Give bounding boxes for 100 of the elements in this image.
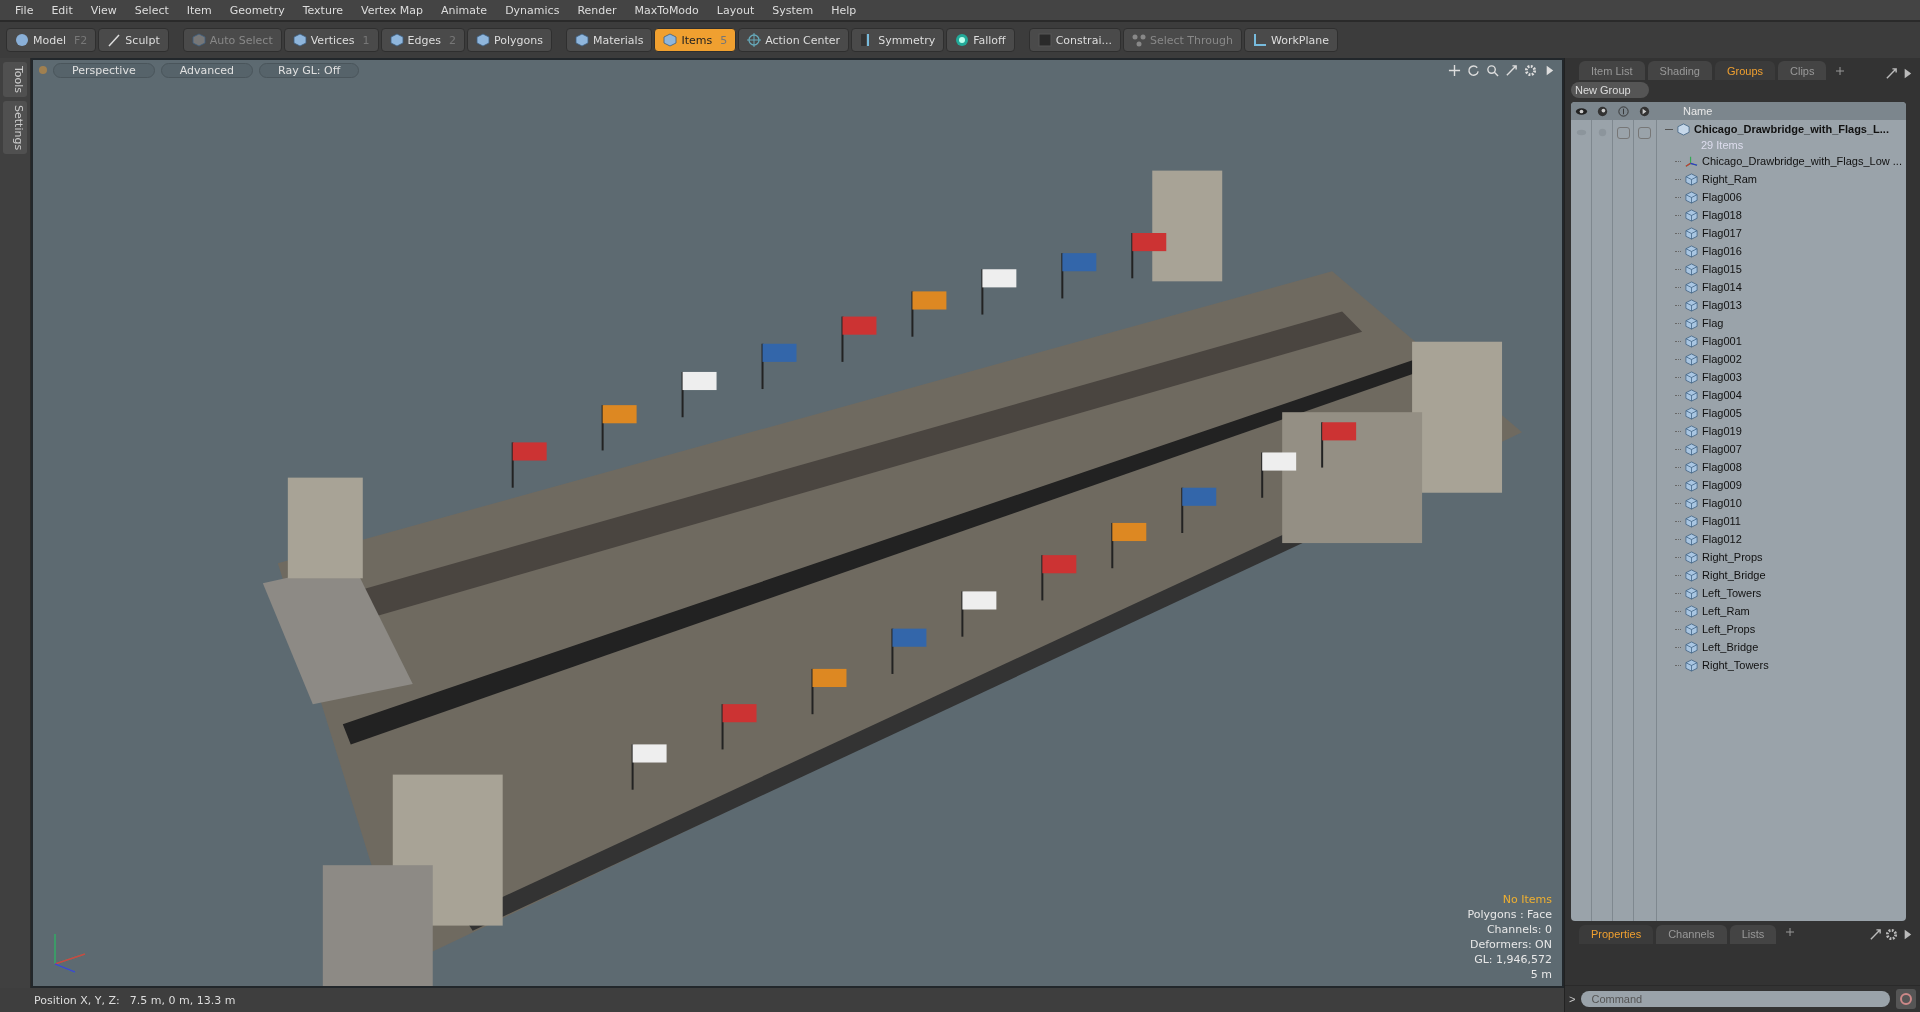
command-field[interactable]: Command (1581, 991, 1890, 1007)
move-icon[interactable] (1448, 63, 1461, 77)
cube-icon (574, 33, 589, 47)
cube-icon (1685, 244, 1698, 258)
maximize-icon[interactable] (1505, 63, 1518, 77)
tree-item[interactable]: Flag010 (1702, 497, 1742, 509)
tree-item[interactable]: Chicago_Drawbridge_with_Flags_L... (1694, 123, 1889, 135)
checkbox[interactable] (1617, 126, 1630, 139)
menu-item[interactable]: View (81, 3, 126, 17)
tree-item[interactable]: Flag017 (1702, 227, 1742, 239)
settings-icon[interactable] (1885, 927, 1898, 941)
menu-item[interactable]: Animate (432, 3, 497, 17)
toolbar-button[interactable]: Falloff (946, 28, 1015, 52)
rotate-icon[interactable] (1467, 63, 1480, 77)
cube-icon (1685, 280, 1698, 294)
viewport-tab[interactable]: Advanced (160, 62, 254, 78)
plus-icon[interactable] (1785, 927, 1796, 937)
tree-item[interactable]: Chicago_Drawbridge_with_Flags_Low ... (1702, 155, 1902, 167)
menu-item[interactable]: Texture (293, 3, 352, 17)
toolbar-button[interactable]: Symmetry (851, 28, 945, 52)
crosshair-icon (747, 33, 762, 47)
maximize-icon[interactable] (1869, 927, 1882, 941)
ring-icon (1899, 992, 1913, 1006)
menu-item[interactable]: Item (177, 3, 221, 17)
tree-item[interactable]: Right_Props (1702, 551, 1763, 563)
tree-item[interactable]: Flag015 (1702, 263, 1742, 275)
viewport-tab[interactable]: Ray GL: Off (259, 62, 360, 78)
tree-item[interactable]: Flag002 (1702, 353, 1742, 365)
toolbar-button[interactable]: Materials (565, 28, 653, 52)
tree-item[interactable]: Flag007 (1702, 443, 1742, 455)
toolbar-button[interactable]: Items 5 (654, 28, 737, 52)
ring-icon (955, 33, 970, 47)
new-group-button[interactable]: New Group (1571, 82, 1649, 98)
menu-item[interactable]: System (763, 3, 823, 17)
tree-item[interactable]: Flag014 (1702, 281, 1742, 293)
cube-icon (1685, 424, 1698, 438)
menu-item[interactable]: MaxToModo (625, 3, 708, 17)
tree-item[interactable]: Left_Towers (1702, 587, 1762, 599)
toolbar-button[interactable]: Sculpt (98, 28, 169, 52)
cube-icon (1685, 532, 1698, 546)
tree-item[interactable]: Flag019 (1702, 425, 1742, 437)
tree-item[interactable]: Left_Bridge (1702, 641, 1759, 653)
tree-item[interactable]: Flag005 (1702, 407, 1742, 419)
tree-item[interactable]: Flag009 (1702, 479, 1742, 491)
command-prompt: > (1569, 993, 1576, 1005)
tree-item[interactable]: Right_Towers (1702, 659, 1769, 671)
tree-item[interactable]: Flag012 (1702, 533, 1742, 545)
menu-item[interactable]: Edit (42, 3, 82, 17)
menu-item[interactable]: Layout (707, 3, 764, 17)
menu-item[interactable]: Help (822, 3, 866, 17)
menu-item[interactable]: File (6, 3, 43, 17)
tree-item[interactable]: Flag018 (1702, 209, 1742, 221)
cube-icon (1685, 226, 1698, 240)
side-tab[interactable]: Tools (3, 62, 27, 98)
side-tab[interactable]: Settings (3, 101, 27, 155)
tree-item[interactable]: Flag003 (1702, 371, 1742, 383)
cube-icon (1685, 550, 1698, 564)
tree-item[interactable]: Right_Bridge (1702, 569, 1766, 581)
menu-item[interactable]: Select (125, 3, 178, 17)
tree-item[interactable]: Flag004 (1702, 389, 1742, 401)
tree-item[interactable]: Flag016 (1702, 245, 1742, 257)
panel-tab[interactable]: Lists (1729, 924, 1777, 944)
panel-tab[interactable]: Properties (1579, 924, 1654, 944)
tree-item[interactable]: Flag008 (1702, 461, 1742, 473)
toolbar-button[interactable]: Action Center (738, 28, 850, 52)
maximize-icon[interactable] (1885, 67, 1898, 80)
menu-item[interactable]: Vertex Map (351, 3, 433, 17)
toolbar-button[interactable]: Constrai... (1028, 28, 1121, 52)
checkbox[interactable] (1638, 126, 1651, 139)
settings-icon[interactable] (1524, 63, 1537, 77)
menu-item[interactable]: Render (568, 3, 626, 17)
cube-icon (1685, 622, 1698, 636)
tree-item[interactable]: Flag013 (1702, 299, 1742, 311)
tree-item[interactable]: Flag001 (1702, 335, 1742, 347)
panel-tab[interactable]: Shading (1647, 61, 1712, 80)
tree-item[interactable]: Left_Ram (1702, 605, 1750, 617)
stop-button[interactable] (1896, 989, 1916, 1009)
cube-icon (1685, 406, 1698, 420)
tree-item[interactable]: Right_Ram (1702, 173, 1758, 185)
status-label: Position X, Y, Z: (34, 993, 120, 1007)
cube-icon (1685, 298, 1698, 312)
cube-icon (476, 33, 490, 47)
cube-icon (1685, 334, 1698, 348)
tree-item[interactable]: Left_Props (1702, 623, 1756, 635)
tree-item[interactable]: Flag011 (1702, 515, 1741, 527)
locator-icon (1685, 154, 1698, 168)
viewport-tab[interactable]: Perspective (53, 62, 155, 78)
panel-tab[interactable]: Groups (1714, 61, 1776, 80)
search-icon[interactable] (1486, 63, 1499, 77)
cube-icon (1685, 640, 1698, 654)
menu-item[interactable]: Geometry (220, 3, 294, 17)
tree-item[interactable]: Flag006 (1702, 191, 1742, 203)
toolbar-button[interactable]: WorkPlane (1244, 28, 1339, 52)
menu-item[interactable]: Dynamics (496, 3, 569, 17)
tree-item[interactable]: Flag (1702, 317, 1724, 329)
panel-tab[interactable]: Clips (1778, 61, 1827, 80)
panel-tab[interactable]: Item List (1579, 61, 1645, 80)
group-icon (1677, 122, 1690, 136)
toolbar-button[interactable]: Polygons (467, 28, 552, 52)
plus-icon[interactable] (1835, 66, 1846, 76)
